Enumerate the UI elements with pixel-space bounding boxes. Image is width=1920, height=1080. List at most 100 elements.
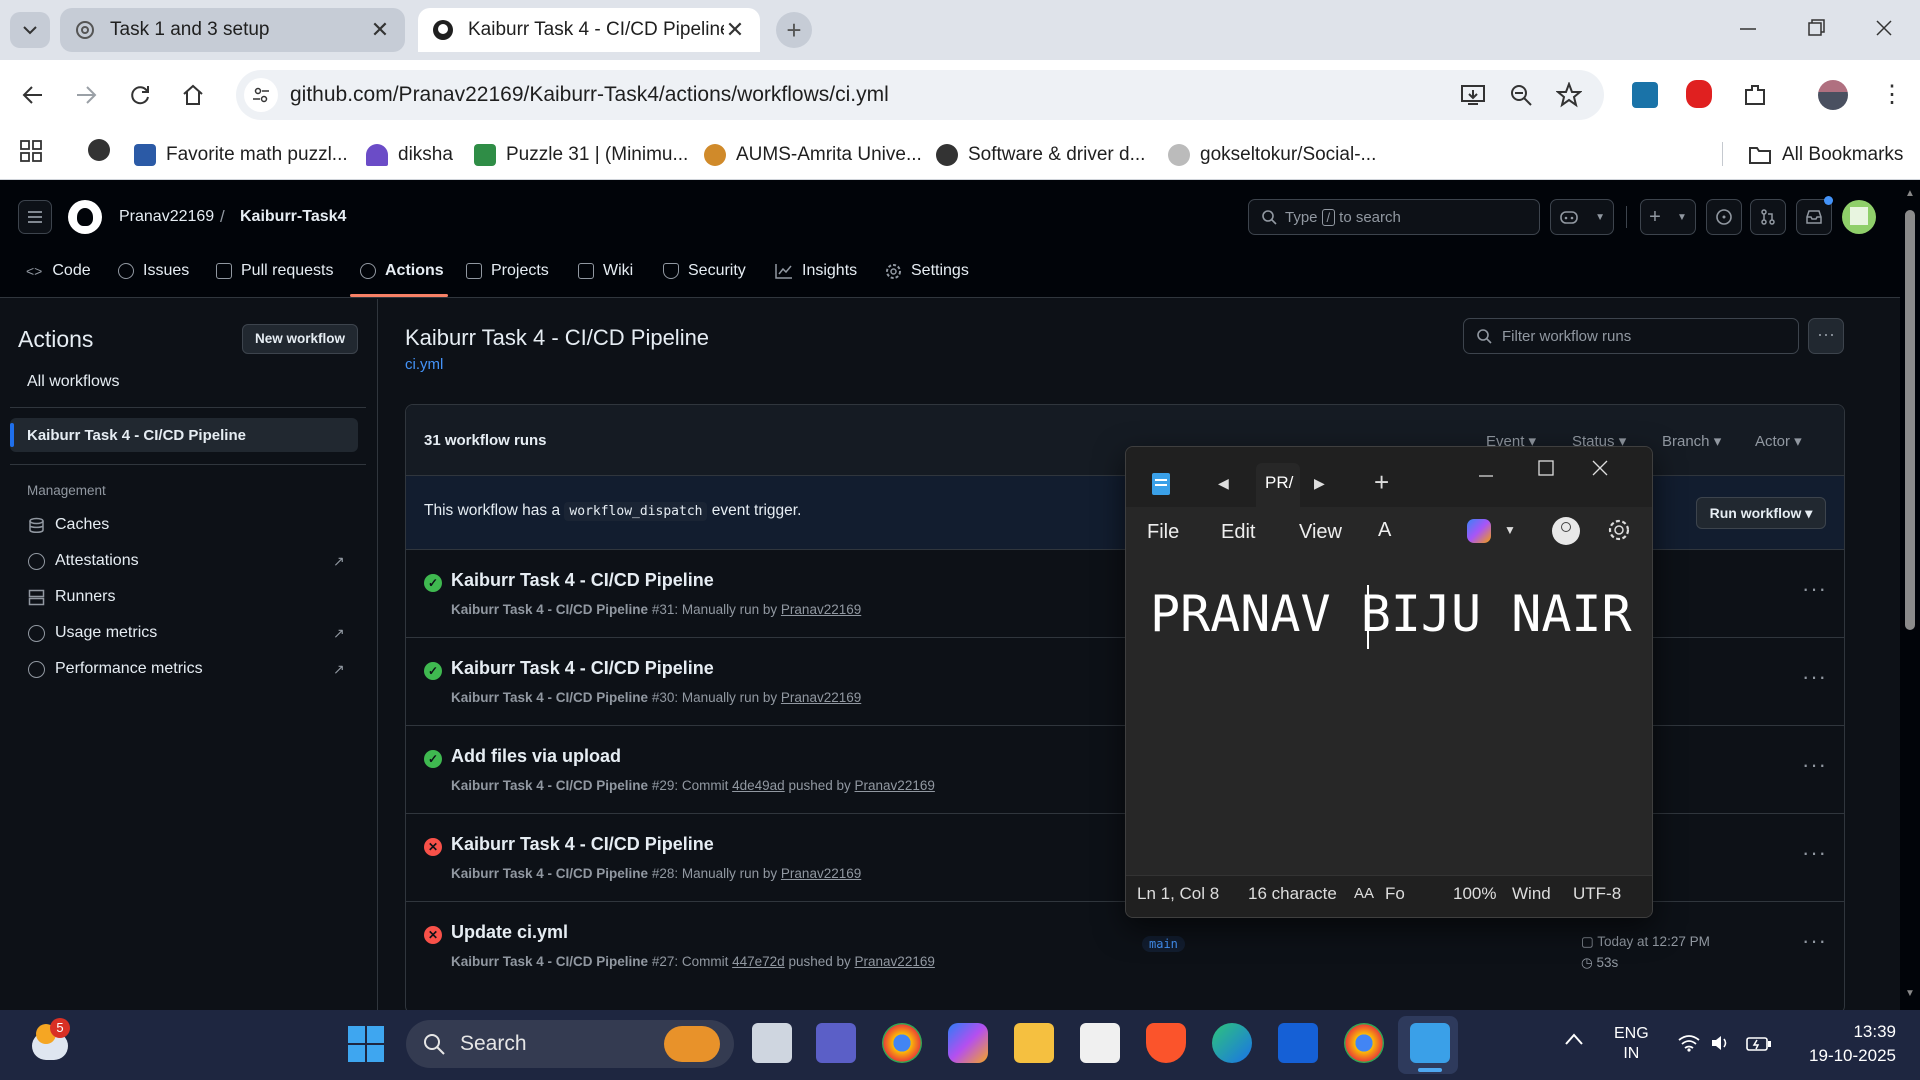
back-icon[interactable] <box>20 83 46 107</box>
create-new-button[interactable]: + ▼ <box>1640 199 1696 235</box>
apps-grid-icon[interactable] <box>20 140 42 162</box>
volume-icon[interactable] <box>1710 1034 1732 1052</box>
all-workflows-link[interactable]: All workflows <box>27 373 119 391</box>
github-logo-icon[interactable] <box>68 200 102 234</box>
chevron-down-icon[interactable]: ▼ <box>1504 523 1516 537</box>
all-bookmarks[interactable]: All Bookmarks <box>1748 138 1903 172</box>
reload-icon[interactable] <box>128 83 152 107</box>
microsoft-store-icon[interactable] <box>1080 1023 1120 1063</box>
run-options-icon[interactable]: ··· <box>1802 664 1827 690</box>
page-scrollbar[interactable]: ▲ ▼ <box>1900 180 1920 1010</box>
tab-search-button[interactable] <box>10 12 50 48</box>
globe-icon[interactable] <box>88 139 110 161</box>
bookmark-aums[interactable]: AUMS-Amrita Unive... <box>704 138 922 172</box>
sidebar-item-caches[interactable]: Caches <box>28 516 109 534</box>
user-link[interactable]: Pranav22169 <box>781 866 861 881</box>
scrollbar-thumb[interactable] <box>1905 210 1915 630</box>
filter-actor[interactable]: Actor ▾ <box>1755 432 1802 450</box>
task-view-icon[interactable] <box>752 1023 792 1063</box>
sidebar-item-usage-metrics[interactable]: Usage metrics <box>28 624 157 642</box>
run-options-icon[interactable]: ··· <box>1802 840 1827 866</box>
close-window-icon[interactable] <box>1874 18 1894 38</box>
adblock-extension-icon[interactable] <box>1686 80 1712 108</box>
run-title[interactable]: Kaiburr Task 4 - CI/CD Pipeline <box>451 658 714 679</box>
search-input[interactable]: Type / to search <box>1248 199 1540 235</box>
start-button[interactable] <box>348 1026 384 1062</box>
filter-branch[interactable]: Branch ▾ <box>1662 432 1721 450</box>
translate-extension-icon[interactable] <box>1632 82 1658 108</box>
tab-issues[interactable]: Issues <box>118 262 189 280</box>
menu-view[interactable]: View <box>1299 521 1342 544</box>
copilot-icon[interactable] <box>1467 519 1491 543</box>
file-explorer-icon[interactable] <box>1014 1023 1054 1063</box>
pull-requests-header-button[interactable] <box>1750 199 1786 235</box>
brave-icon[interactable] <box>1146 1023 1186 1063</box>
battery-icon[interactable] <box>1746 1036 1772 1052</box>
run-options-icon[interactable]: ··· <box>1802 928 1827 954</box>
tab-security[interactable]: Security <box>663 262 746 280</box>
wifi-icon[interactable] <box>1678 1034 1700 1052</box>
tab-scroll-right-icon[interactable]: ▶ <box>1314 475 1325 492</box>
sidebar-item-runners[interactable]: Runners <box>28 588 115 606</box>
run-title[interactable]: Kaiburr Task 4 - CI/CD Pipeline <box>451 834 714 855</box>
close-tab-icon[interactable]: ✕ <box>724 17 746 43</box>
copilot-button[interactable]: ▼ <box>1550 199 1614 235</box>
notepad-taskbar-icon[interactable] <box>1410 1023 1450 1063</box>
tab-task-1-and-3-setup[interactable]: Task 1 and 3 setup ✕ <box>60 8 405 52</box>
bookmark-puzzle-31[interactable]: Puzzle 31 | (Minimu... <box>474 138 688 172</box>
issues-header-button[interactable] <box>1706 199 1742 235</box>
language-indicator[interactable]: ENG IN <box>1614 1024 1649 1064</box>
bookmark-diksha[interactable]: diksha <box>366 138 453 172</box>
edge-icon[interactable] <box>1212 1023 1252 1063</box>
menu-file[interactable]: File <box>1147 521 1179 544</box>
close-tab-icon[interactable]: ✕ <box>369 17 391 43</box>
close-icon[interactable] <box>1591 459 1609 477</box>
site-info-icon[interactable] <box>244 78 278 112</box>
scroll-down-icon[interactable]: ▼ <box>1905 988 1915 999</box>
repo-owner-link[interactable]: Pranav22169 <box>119 208 214 226</box>
menu-edit[interactable]: Edit <box>1221 521 1255 544</box>
copilot-taskbar-icon[interactable] <box>948 1023 988 1063</box>
new-tab-button[interactable]: + <box>776 12 812 48</box>
user-link[interactable]: Pranav22169 <box>781 602 861 617</box>
hamburger-menu-button[interactable] <box>18 200 52 234</box>
tab-kaiburr-task-4[interactable]: Kaiburr Task 4 - CI/CD Pipeline ✕ <box>418 8 760 52</box>
notepad-text[interactable]: PRANAV BIJU NAIR <box>1150 585 1632 643</box>
tab-wiki[interactable]: Wiki <box>578 262 633 280</box>
chrome-icon[interactable] <box>882 1023 922 1063</box>
run-options-icon[interactable]: ··· <box>1802 576 1827 602</box>
extensions-icon[interactable] <box>1742 82 1768 108</box>
user-link[interactable]: Pranav22169 <box>855 954 935 969</box>
bookmark-gokseltokur[interactable]: gokseltokur/Social-... <box>1168 138 1376 172</box>
run-workflow-button[interactable]: Run workflow ▾ <box>1696 497 1826 529</box>
user-link[interactable]: Pranav22169 <box>855 778 935 793</box>
chevron-up-icon[interactable] <box>1564 1032 1584 1046</box>
new-workflow-button[interactable]: New workflow <box>242 324 358 354</box>
spellcheck-icon[interactable]: A <box>1378 519 1391 542</box>
zoom-icon[interactable] <box>1509 83 1533 107</box>
workflow-file-link[interactable]: ci.yml <box>405 356 443 373</box>
tab-actions[interactable]: Actions <box>360 262 444 280</box>
filter-runs-input[interactable]: Filter workflow runs <box>1463 318 1799 354</box>
user-avatar[interactable] <box>1842 200 1876 234</box>
run-title[interactable]: Kaiburr Task 4 - CI/CD Pipeline <box>451 570 714 591</box>
profile-avatar[interactable] <box>1818 80 1848 110</box>
chrome-profile-icon[interactable] <box>1344 1023 1384 1063</box>
browser-menu-icon[interactable]: ⋮ <box>1880 80 1904 110</box>
bookmark-star-icon[interactable] <box>1556 82 1582 108</box>
forward-icon[interactable] <box>73 83 99 107</box>
bookmark-software-drivers[interactable]: Software & driver d... <box>936 138 1145 172</box>
user-link[interactable]: Pranav22169 <box>781 690 861 705</box>
new-tab-icon[interactable]: + <box>1374 467 1389 498</box>
account-icon[interactable] <box>1552 517 1580 545</box>
sidebar-item-attestations[interactable]: Attestations <box>28 552 139 570</box>
run-options-icon[interactable]: ··· <box>1802 752 1827 778</box>
tab-settings[interactable]: Settings <box>885 262 969 280</box>
install-app-icon[interactable] <box>1460 83 1486 107</box>
commit-link[interactable]: 447e72d <box>732 954 785 969</box>
bookmark-math-puzzles[interactable]: Favorite math puzzl... <box>134 138 348 172</box>
system-clock[interactable]: 13:39 19-10-2025 <box>1796 1020 1896 1068</box>
tab-insights[interactable]: Insights <box>775 262 857 280</box>
run-title[interactable]: Add files via upload <box>451 746 621 767</box>
workflow-options-button[interactable]: ··· <box>1808 318 1844 354</box>
